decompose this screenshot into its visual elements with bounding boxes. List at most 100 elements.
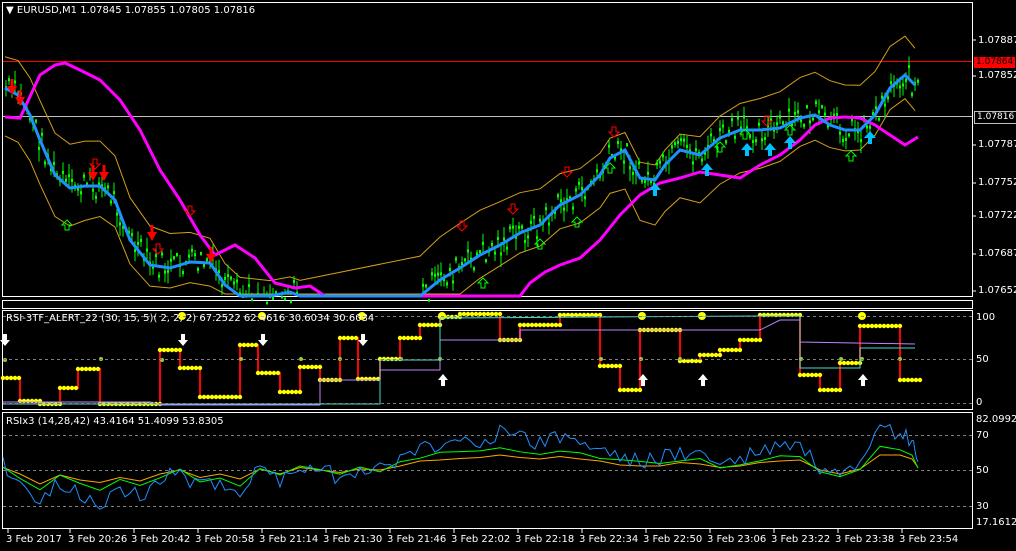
candle-body xyxy=(899,85,901,89)
rsi-tf-dot xyxy=(161,347,167,353)
candle-body xyxy=(506,246,508,250)
rsi-tf-dot xyxy=(465,311,471,317)
candle-body xyxy=(503,237,505,241)
rsix3-values: 43.4164 51.4099 53.8305 xyxy=(93,416,224,427)
candle-body xyxy=(710,133,712,137)
chart-canvas[interactable] xyxy=(0,0,1016,551)
rsix3-scale-label: 30 xyxy=(976,501,989,512)
candle-body xyxy=(719,128,721,132)
rsi-tf-dot xyxy=(29,398,35,404)
alert-up-arrow-icon xyxy=(698,374,708,386)
candle-body xyxy=(161,252,163,256)
candle-body xyxy=(824,112,826,116)
candle-body xyxy=(428,298,430,302)
candle-body xyxy=(677,140,679,144)
candle-body xyxy=(41,132,43,136)
rsi-tf-dot xyxy=(229,394,235,400)
candle-body xyxy=(146,248,148,252)
rsi-tf-dot xyxy=(241,342,247,348)
candle-body xyxy=(836,113,838,117)
alert-price-tag: 1.07864 xyxy=(974,57,1016,68)
rsi-tf-dot xyxy=(541,322,547,328)
rsi-tf-dot xyxy=(529,322,535,328)
price-label: 1.07787 xyxy=(978,139,1016,150)
candle-body xyxy=(164,270,166,274)
rsi-tf-title: RSI-3TF_ALERT_22 (30, 15, 5)( 2, 2, 2) xyxy=(6,313,197,324)
rsi-tf-dot xyxy=(65,385,71,391)
candle-body xyxy=(761,138,763,142)
rsi-tf-dot xyxy=(16,375,22,381)
rsi-tf-dot xyxy=(259,370,265,376)
time-label: 3 Feb 23:06 xyxy=(707,534,767,545)
rsi-tf-dot xyxy=(861,323,867,329)
rsi-tf-dot xyxy=(157,347,163,353)
rsi-tf-dot xyxy=(485,311,491,317)
candle-body xyxy=(479,250,481,254)
rsi-tf-dot xyxy=(813,372,819,378)
candle-body xyxy=(797,110,799,114)
candle-body xyxy=(14,80,16,84)
rsi-tf-dot xyxy=(489,311,495,317)
rsi-tf-dot xyxy=(401,335,407,341)
alert-down-arrow-icon xyxy=(178,334,188,346)
time-label: 3 Feb 21:30 xyxy=(323,534,383,545)
rsi-tf-dot xyxy=(413,335,419,341)
alert-down-arrow-icon xyxy=(358,334,368,346)
candle-body xyxy=(8,78,10,82)
price-label: 1.07652 xyxy=(978,285,1016,296)
rsi-tf-dot xyxy=(225,394,231,400)
candle-body xyxy=(737,116,739,120)
candle-body xyxy=(572,206,574,210)
candle-body xyxy=(137,241,139,245)
rsi-tf-dot xyxy=(745,337,751,343)
rsi-tf-dot xyxy=(281,389,287,395)
candle-body xyxy=(779,115,781,119)
rsi-tf-dot xyxy=(249,342,255,348)
candle-body xyxy=(224,276,226,280)
rsi-tf-dot xyxy=(717,347,723,353)
rsi-tf-dot xyxy=(297,364,303,370)
fast-ma-line xyxy=(4,72,917,298)
rsi-tf-dot xyxy=(209,394,215,400)
rsi-tf-dot xyxy=(367,376,373,382)
hollow-up-arrow-icon xyxy=(844,150,858,162)
rsi-tf-dot xyxy=(477,311,483,317)
rsi-tf-dot xyxy=(521,322,527,328)
candle-body xyxy=(848,133,850,137)
rsix3-scale-label: 50 xyxy=(976,465,989,476)
candle-body xyxy=(623,160,625,164)
candle-body xyxy=(512,225,514,229)
rsi-tf-dot xyxy=(253,342,259,348)
rsi-tf-dot xyxy=(625,387,631,393)
candle-body xyxy=(671,145,673,149)
candle-body xyxy=(695,148,697,152)
candle-body xyxy=(203,263,205,267)
rsi-tf-dot xyxy=(525,322,531,328)
hollow-up-arrow-icon xyxy=(570,216,584,228)
splitter[interactable] xyxy=(2,300,973,309)
rsi-tf-dot xyxy=(797,372,803,378)
rsi-tf-dot xyxy=(725,347,731,353)
rsi-tf-dot xyxy=(177,365,183,371)
candle-body xyxy=(467,249,469,253)
price-label: 1.07687 xyxy=(978,248,1016,259)
candle-body xyxy=(119,222,121,226)
candle-body xyxy=(485,259,487,263)
rsi-tf-dot xyxy=(873,323,879,329)
candle-body xyxy=(878,117,880,121)
rsi-tf-dot xyxy=(69,385,75,391)
candle-body xyxy=(815,101,817,105)
rsi-tf-dot xyxy=(301,364,307,370)
candle-body xyxy=(812,117,814,121)
candle-body xyxy=(530,220,532,224)
hollow-down-arrow-icon xyxy=(506,203,520,215)
rsix3-scale-label: 17.1612 xyxy=(976,517,1016,528)
candle-body xyxy=(794,111,796,115)
candle-body xyxy=(578,181,580,185)
rsi-tf-dot xyxy=(217,394,223,400)
candle-body xyxy=(422,283,424,287)
rsi-tf-dot xyxy=(309,364,315,370)
collapse-arrow-icon[interactable]: ▼ xyxy=(6,5,14,16)
rsi-tf-dot xyxy=(841,360,847,366)
rsi-tf-dot xyxy=(597,363,603,369)
